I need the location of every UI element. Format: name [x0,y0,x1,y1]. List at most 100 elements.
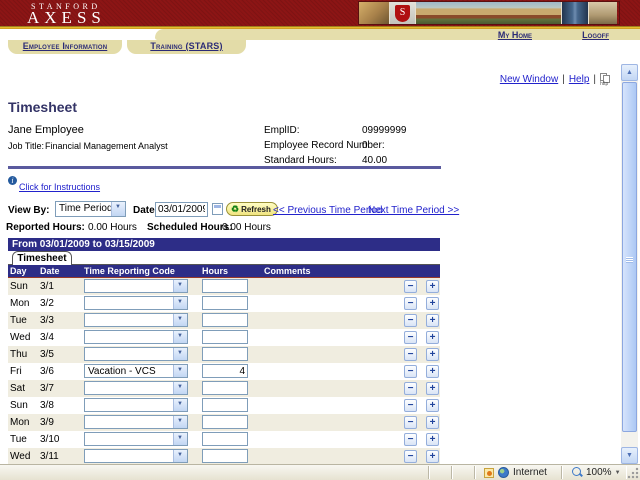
vertical-scrollbar[interactable]: ▲ ▼ [621,64,638,464]
nav-tab-employee-information[interactable]: Employee Information [8,40,122,54]
hours-input[interactable] [202,364,248,378]
zoom-caret-icon[interactable]: ▼ [615,470,621,476]
add-row-button[interactable]: + [426,382,439,395]
col-day: Day [10,266,27,276]
add-row-button[interactable]: + [426,450,439,463]
scroll-up-button[interactable]: ▲ [621,64,638,81]
time-reporting-code-select[interactable] [84,381,188,395]
employee-record-value: 0 [362,140,368,151]
time-reporting-code-select[interactable] [84,279,188,293]
add-row-button[interactable]: + [426,433,439,446]
time-reporting-code-select[interactable] [84,398,188,412]
calendar-prompt-icon[interactable] [212,203,223,215]
click-for-instructions-link[interactable]: Click for Instructions [19,182,100,192]
hours-input[interactable] [202,347,248,361]
row-date-label: 3/6 [40,366,54,377]
refresh-button[interactable]: Refresh [226,202,278,216]
delete-row-button[interactable]: − [404,331,417,344]
add-row-button[interactable]: + [426,416,439,429]
hours-input[interactable] [202,313,248,327]
time-reporting-code-select[interactable] [84,347,188,361]
time-reporting-code-select[interactable] [84,296,188,310]
time-reporting-code-select[interactable]: Vacation - VCS [84,364,188,378]
time-reporting-code-select[interactable] [84,432,188,446]
browser-status-bar: Internet 100% ▼ [0,464,640,480]
delete-row-button[interactable]: − [404,399,417,412]
row-date-label: 3/11 [40,451,59,462]
campus-photo-5 [588,2,617,24]
time-reporting-code-select[interactable] [84,330,188,344]
scroll-down-button[interactable]: ▼ [621,447,638,464]
view-by-value: Time Period [59,203,113,214]
hours-input[interactable] [202,279,248,293]
chevron-down-icon [173,314,187,326]
timesheet-row: Wed 3/4 − + [8,329,440,346]
delete-row-button[interactable]: − [404,382,417,395]
delete-row-button[interactable]: − [404,297,417,310]
time-reporting-code-select[interactable] [84,313,188,327]
next-time-period-link[interactable]: Next Time Period >> [368,205,459,216]
delete-row-button[interactable]: − [404,365,417,378]
chevron-down-icon [173,433,187,445]
add-row-button[interactable]: + [426,348,439,361]
row-day-label: Sat [10,383,26,394]
row-day-label: Mon [10,298,30,309]
delete-row-button[interactable]: − [404,433,417,446]
logoff-link[interactable]: Logoff [582,30,609,40]
new-window-link[interactable]: New Window [500,74,558,85]
delete-row-button[interactable]: − [404,416,417,429]
period-header-bar: From 03/01/2009 to 03/15/2009 [8,238,440,251]
emplid-value: 09999999 [362,125,407,136]
previous-time-period-link[interactable]: << Previous Time Period [273,205,383,216]
status-segment [453,466,475,479]
time-reporting-code-select[interactable] [84,449,188,463]
employee-name: Jane Employee [8,124,84,136]
time-reporting-code-select[interactable] [84,415,188,429]
add-row-button[interactable]: + [426,365,439,378]
internet-globe-icon [498,467,509,478]
resize-grip[interactable] [626,466,639,479]
help-link[interactable]: Help [569,74,590,85]
hours-input[interactable] [202,398,248,412]
date-input[interactable] [155,202,208,217]
hours-input[interactable] [202,415,248,429]
timesheet-row: Wed 3/11 − + [8,448,440,465]
status-zoom-segment[interactable]: 100% ▼ [562,466,626,479]
hours-input[interactable] [202,449,248,463]
chevron-down-icon [173,450,187,462]
add-row-button[interactable]: + [426,331,439,344]
chevron-down-icon [173,416,187,428]
hours-input[interactable] [202,432,248,446]
view-by-select[interactable]: Time Period [55,201,126,217]
hours-input[interactable] [202,381,248,395]
chevron-down-icon [173,348,187,360]
delete-row-button[interactable]: − [404,348,417,361]
delete-row-button[interactable]: − [404,280,417,293]
nav-tab-label: Training (STARS) [150,41,223,51]
status-segment [430,466,452,479]
campus-photo-tower [561,2,588,24]
hours-input[interactable] [202,296,248,310]
timesheet-row: Fri 3/6 Vacation - VCS − + [8,363,440,380]
add-row-button[interactable]: + [426,297,439,310]
scrollbar-thumb[interactable] [622,82,637,432]
grid-tab-strip: Timesheet [8,251,440,265]
standard-hours-label: Standard Hours: [264,155,337,166]
add-row-button[interactable]: + [426,314,439,327]
page-utility-links: New Window | Help | http [500,73,612,87]
delete-row-button[interactable]: − [404,450,417,463]
delete-row-button[interactable]: − [404,314,417,327]
my-home-link[interactable]: My Home [498,30,532,40]
nav-tab-training-stars[interactable]: Training (STARS) [127,40,246,54]
timesheet-row: Sat 3/7 − + [8,380,440,397]
chevron-down-icon [173,280,187,292]
copy-url-icon[interactable]: http [600,73,612,87]
hours-input[interactable] [202,330,248,344]
timesheet-row: Tue 3/3 − + [8,312,440,329]
add-row-button[interactable]: + [426,399,439,412]
row-date-label: 3/9 [40,417,54,428]
chevron-down-icon [111,202,125,216]
timesheet-row: Sun 3/1 − + [8,278,440,295]
add-row-button[interactable]: + [426,280,439,293]
grid-tab-timesheet[interactable]: Timesheet [12,251,72,265]
